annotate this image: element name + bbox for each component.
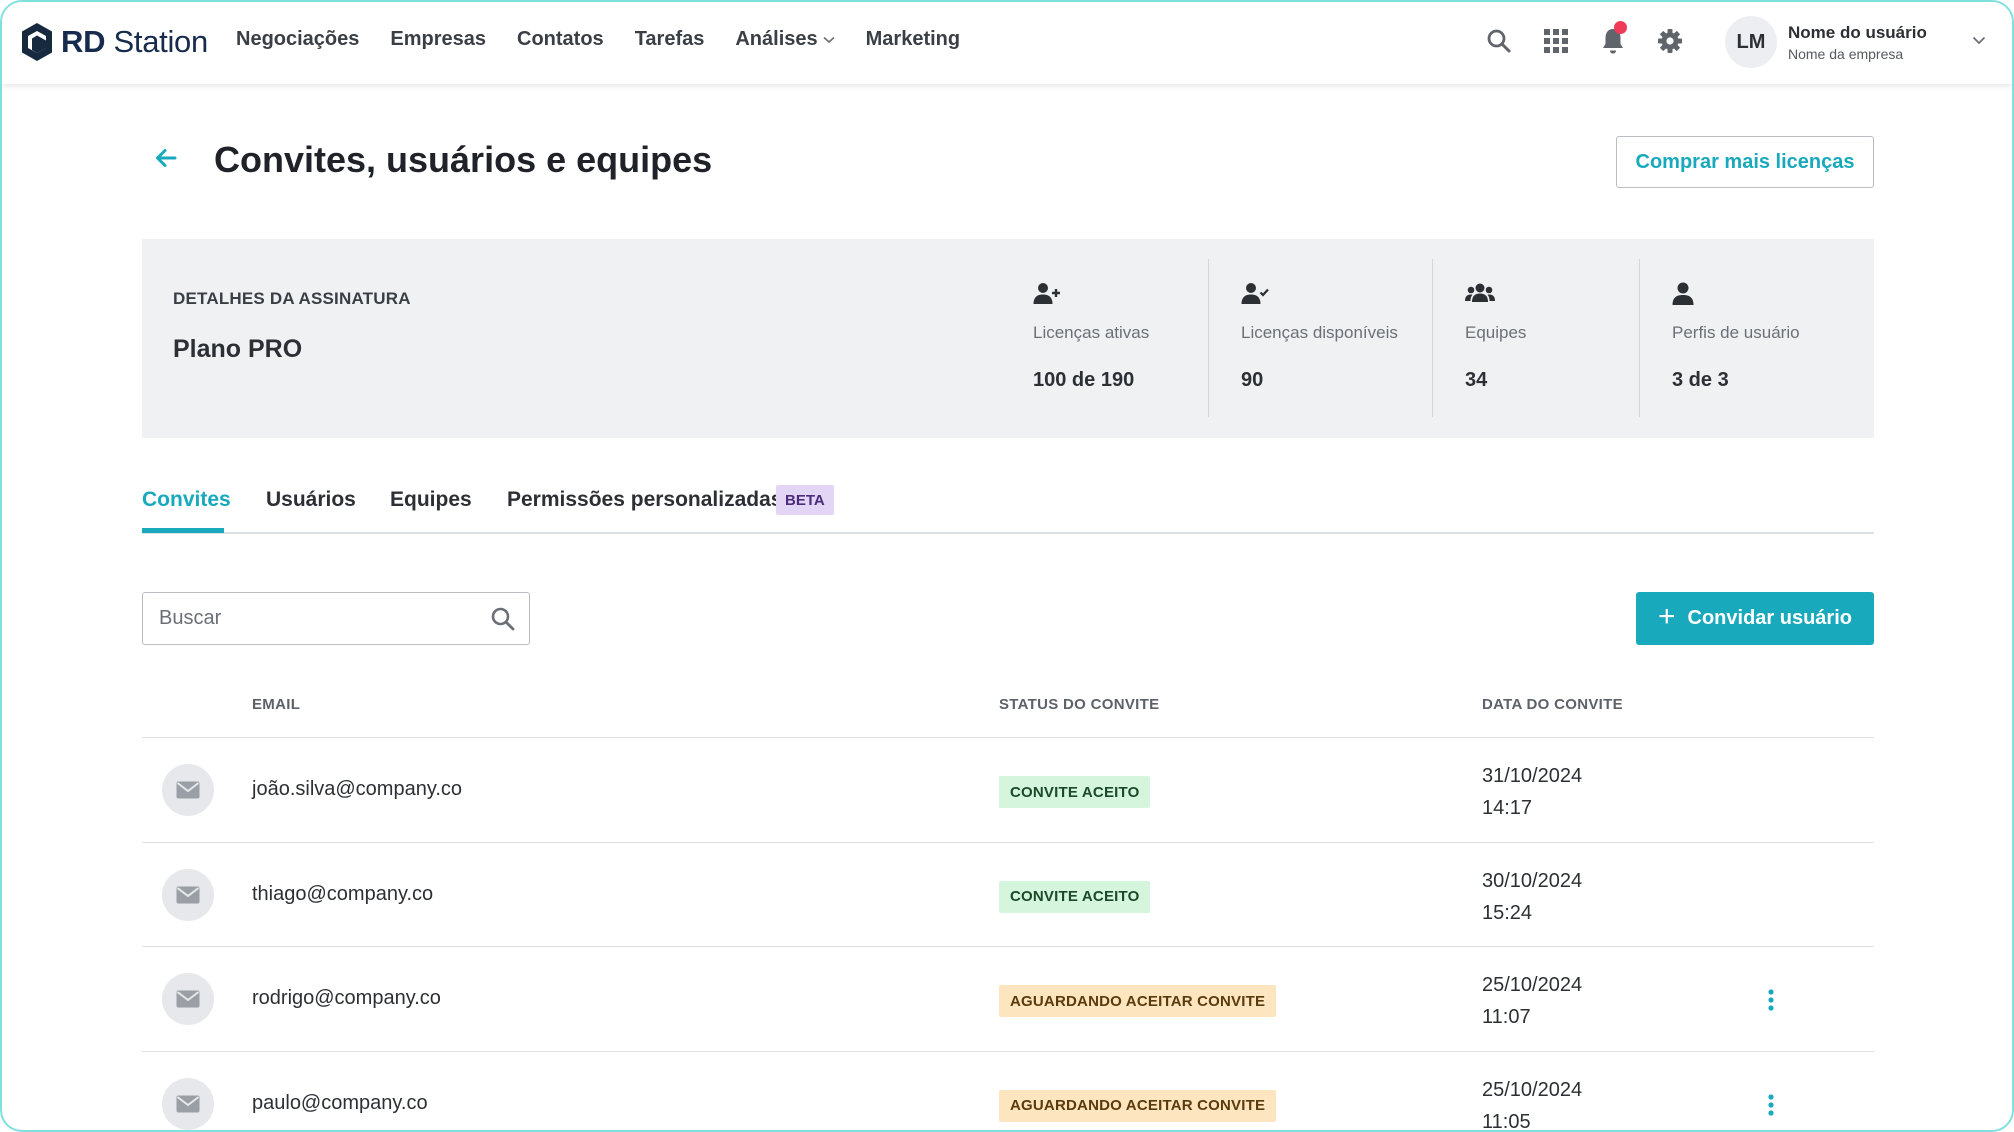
table-header: EMAIL STATUS DO CONVITE DATA DO CONVITE [142, 682, 1874, 738]
chevron-down-icon [823, 36, 835, 43]
table-row: paulo@company.co AGUARDANDO ACEITAR CONV… [142, 1052, 1874, 1132]
stat-value: 100 de 190 [1033, 369, 1135, 391]
column-header-email: EMAIL [252, 696, 301, 713]
envelope-icon [162, 868, 214, 921]
search-icon[interactable] [1484, 26, 1514, 56]
user-plus-icon [1033, 283, 1060, 304]
nav-item-contatos[interactable]: Contatos [517, 28, 604, 51]
page-title: Convites, usuários e equipes [214, 139, 713, 180]
users-icon [1465, 283, 1495, 302]
nav-actions [1484, 21, 1712, 56]
app-window: RD Station Negociações Empresas Contatos… [0, 0, 2014, 1132]
gear-icon[interactable] [1655, 26, 1685, 56]
invites-table: EMAIL STATUS DO CONVITE DATA DO CONVITE … [142, 682, 1874, 1132]
tab-convites[interactable]: Convites [142, 488, 231, 512]
nav-item-negociacoes[interactable]: Negociações [236, 28, 359, 51]
table-row: rodrigo@company.co AGUARDANDO ACEITAR CO… [142, 947, 1874, 1052]
nav-item-marketing[interactable]: Marketing [866, 28, 960, 51]
user-menu[interactable]: LM Nome do usuário Nome da empresa [1725, 16, 1927, 68]
logo-text: RD Station [61, 24, 208, 59]
rd-station-logo[interactable]: RD Station [19, 21, 208, 63]
invite-date: 31/10/2024 14:17 [1482, 765, 1583, 819]
subscription-plan: Plano PRO [173, 335, 303, 363]
stat-label: Perfis de usuário [1672, 323, 1800, 342]
nav-item-analises[interactable]: Análises [735, 28, 835, 51]
apps-grid-icon[interactable] [1541, 26, 1571, 56]
stat-divider [1639, 259, 1640, 417]
stat-value: 3 de 3 [1672, 369, 1729, 391]
table-row: thiago@company.co CONVITE ACEITO 30/10/2… [142, 843, 1874, 947]
back-arrow-icon[interactable] [155, 148, 177, 168]
stat-divider [1432, 259, 1433, 417]
envelope-icon [162, 764, 214, 816]
invite-date: 30/10/2024 15:24 [1482, 869, 1583, 924]
status-badge: CONVITE ACEITO [999, 880, 1151, 913]
bell-icon[interactable] [1598, 21, 1628, 56]
envelope-icon [162, 1077, 214, 1130]
beta-badge: BETA [776, 485, 834, 515]
invite-email: paulo@company.co [252, 1091, 428, 1114]
status-badge: AGUARDANDO ACEITAR CONVITE [999, 1089, 1277, 1122]
search-input[interactable] [143, 593, 473, 643]
invite-user-button[interactable]: + Convidar usuário [1636, 592, 1874, 645]
status-badge: AGUARDANDO ACEITAR CONVITE [999, 985, 1277, 1017]
avatar[interactable]: LM [1725, 16, 1777, 68]
column-header-date: DATA DO CONVITE [1482, 696, 1623, 713]
stat-label: Licenças ativas [1033, 323, 1150, 342]
stat-value: 90 [1241, 369, 1264, 391]
logo-hexagon-icon [22, 23, 52, 61]
subscription-card: DETALHES DA ASSINATURA Plano PRO Licença… [142, 239, 1874, 438]
nav-item-tarefas[interactable]: Tarefas [635, 28, 705, 51]
invite-date: 25/10/2024 11:07 [1482, 974, 1583, 1028]
subscription-label: DETALHES DA ASSINATURA [173, 289, 411, 308]
user-name: Nome do usuário [1788, 22, 1927, 42]
top-navbar: RD Station Negociações Empresas Contatos… [2, 2, 2012, 84]
stat-label: Licenças disponíveis [1241, 323, 1398, 342]
invite-email: thiago@company.co [252, 882, 434, 905]
notification-dot [1614, 21, 1627, 34]
nav-item-empresas[interactable]: Empresas [390, 28, 486, 51]
row-menu-kebab-icon[interactable] [1761, 1090, 1781, 1120]
user-company: Nome da empresa [1788, 45, 1904, 62]
table-row: joão.silva@company.co CONVITE ACEITO 31/… [142, 738, 1874, 843]
active-tab-indicator [142, 528, 224, 533]
tab-bar: Convites Usuários Equipes Permissões per… [142, 482, 1874, 534]
main-nav: Negociações Empresas Contatos Tarefas An… [236, 28, 991, 51]
search-box [142, 592, 530, 645]
invite-email: joão.silva@company.co [252, 778, 463, 800]
invite-date: 25/10/2024 11:05 [1482, 1078, 1583, 1132]
invite-email: rodrigo@company.co [252, 987, 441, 1009]
user-check-icon [1241, 283, 1269, 304]
row-menu-kebab-icon[interactable] [1761, 985, 1781, 1015]
tab-usuarios[interactable]: Usuários [266, 488, 356, 512]
tab-equipes[interactable]: Equipes [390, 488, 472, 512]
stat-divider [1208, 259, 1209, 417]
user-icon [1672, 282, 1694, 305]
tab-permissoes-personalizadas[interactable]: Permissões personalizadas [507, 488, 782, 512]
buy-more-licenses-button[interactable]: Comprar mais licenças [1616, 136, 1874, 188]
chevron-down-icon[interactable] [1972, 36, 1986, 45]
envelope-icon [162, 973, 214, 1025]
plus-icon: + [1657, 600, 1676, 633]
stat-label: Equipes [1465, 323, 1527, 342]
stat-value: 34 [1465, 369, 1488, 391]
search-icon[interactable] [490, 606, 516, 632]
column-header-status: STATUS DO CONVITE [999, 696, 1160, 713]
status-badge: CONVITE ACEITO [999, 776, 1151, 808]
